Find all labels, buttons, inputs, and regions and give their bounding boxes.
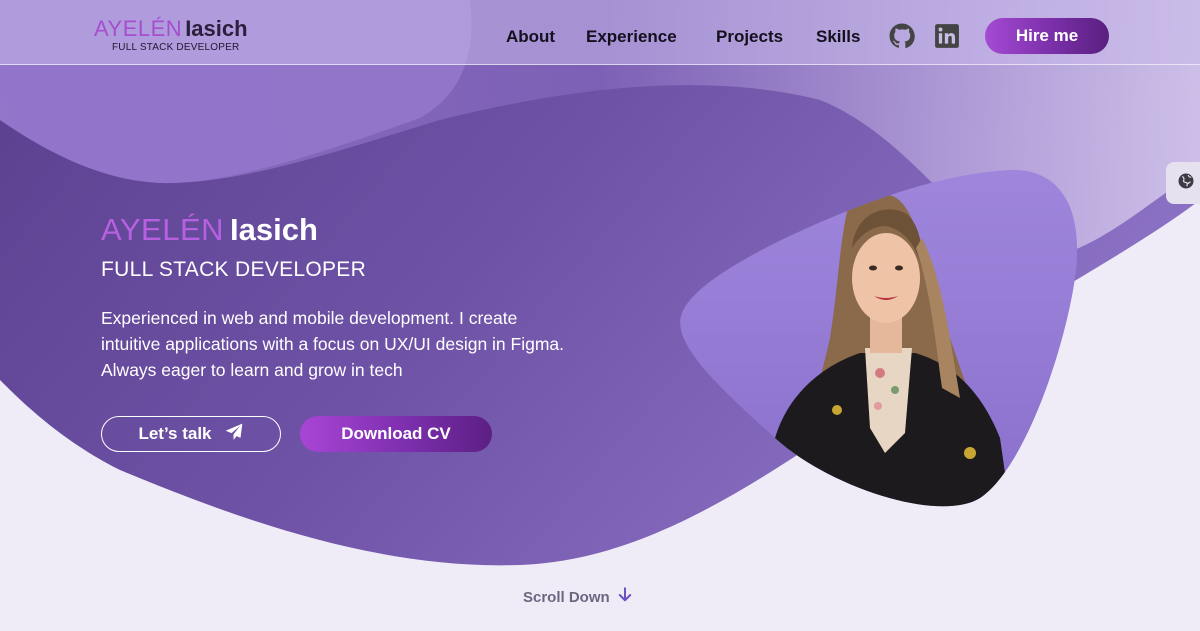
brand-first-name: AYELÉN [94, 16, 183, 41]
brand-role: FULL STACK DEVELOPER [112, 42, 240, 53]
nav-link-projects[interactable]: Projects [716, 27, 783, 47]
arrow-down-icon [616, 586, 634, 608]
hire-me-button[interactable]: Hire me [985, 18, 1109, 54]
scroll-down-link[interactable]: Scroll Down [523, 586, 634, 608]
language-switch-tab[interactable] [1166, 162, 1200, 204]
nav-link-experience[interactable]: Experience [586, 27, 677, 47]
top-navbar: AYELÉN Iasich FULL STACK DEVELOPER About… [0, 0, 1200, 65]
nav-link-about[interactable]: About [506, 27, 555, 47]
hero-first-name: AYELÉN [101, 212, 225, 247]
hero-last-name: Iasich [230, 212, 318, 247]
linkedin-icon[interactable] [934, 23, 960, 49]
hero-role: FULL STACK DEVELOPER [101, 258, 367, 281]
brand-logo[interactable]: AYELÉN Iasich FULL STACK DEVELOPER [94, 16, 248, 54]
github-icon[interactable] [889, 23, 915, 49]
send-icon [224, 422, 244, 447]
hero-description: Experienced in web and mobile developmen… [101, 308, 565, 380]
nav-link-skills[interactable]: Skills [816, 27, 860, 47]
globe-icon [1177, 172, 1195, 195]
lets-talk-button[interactable]: Let’s talk [101, 416, 281, 452]
download-cv-button[interactable]: Download CV [300, 416, 492, 452]
lets-talk-label: Let’s talk [138, 424, 212, 443]
brand-last-name: Iasich [185, 16, 248, 41]
hero-name: AYELÉN Iasich [101, 212, 318, 248]
scroll-down-label: Scroll Down [523, 588, 610, 606]
profile-photo [680, 169, 1078, 507]
